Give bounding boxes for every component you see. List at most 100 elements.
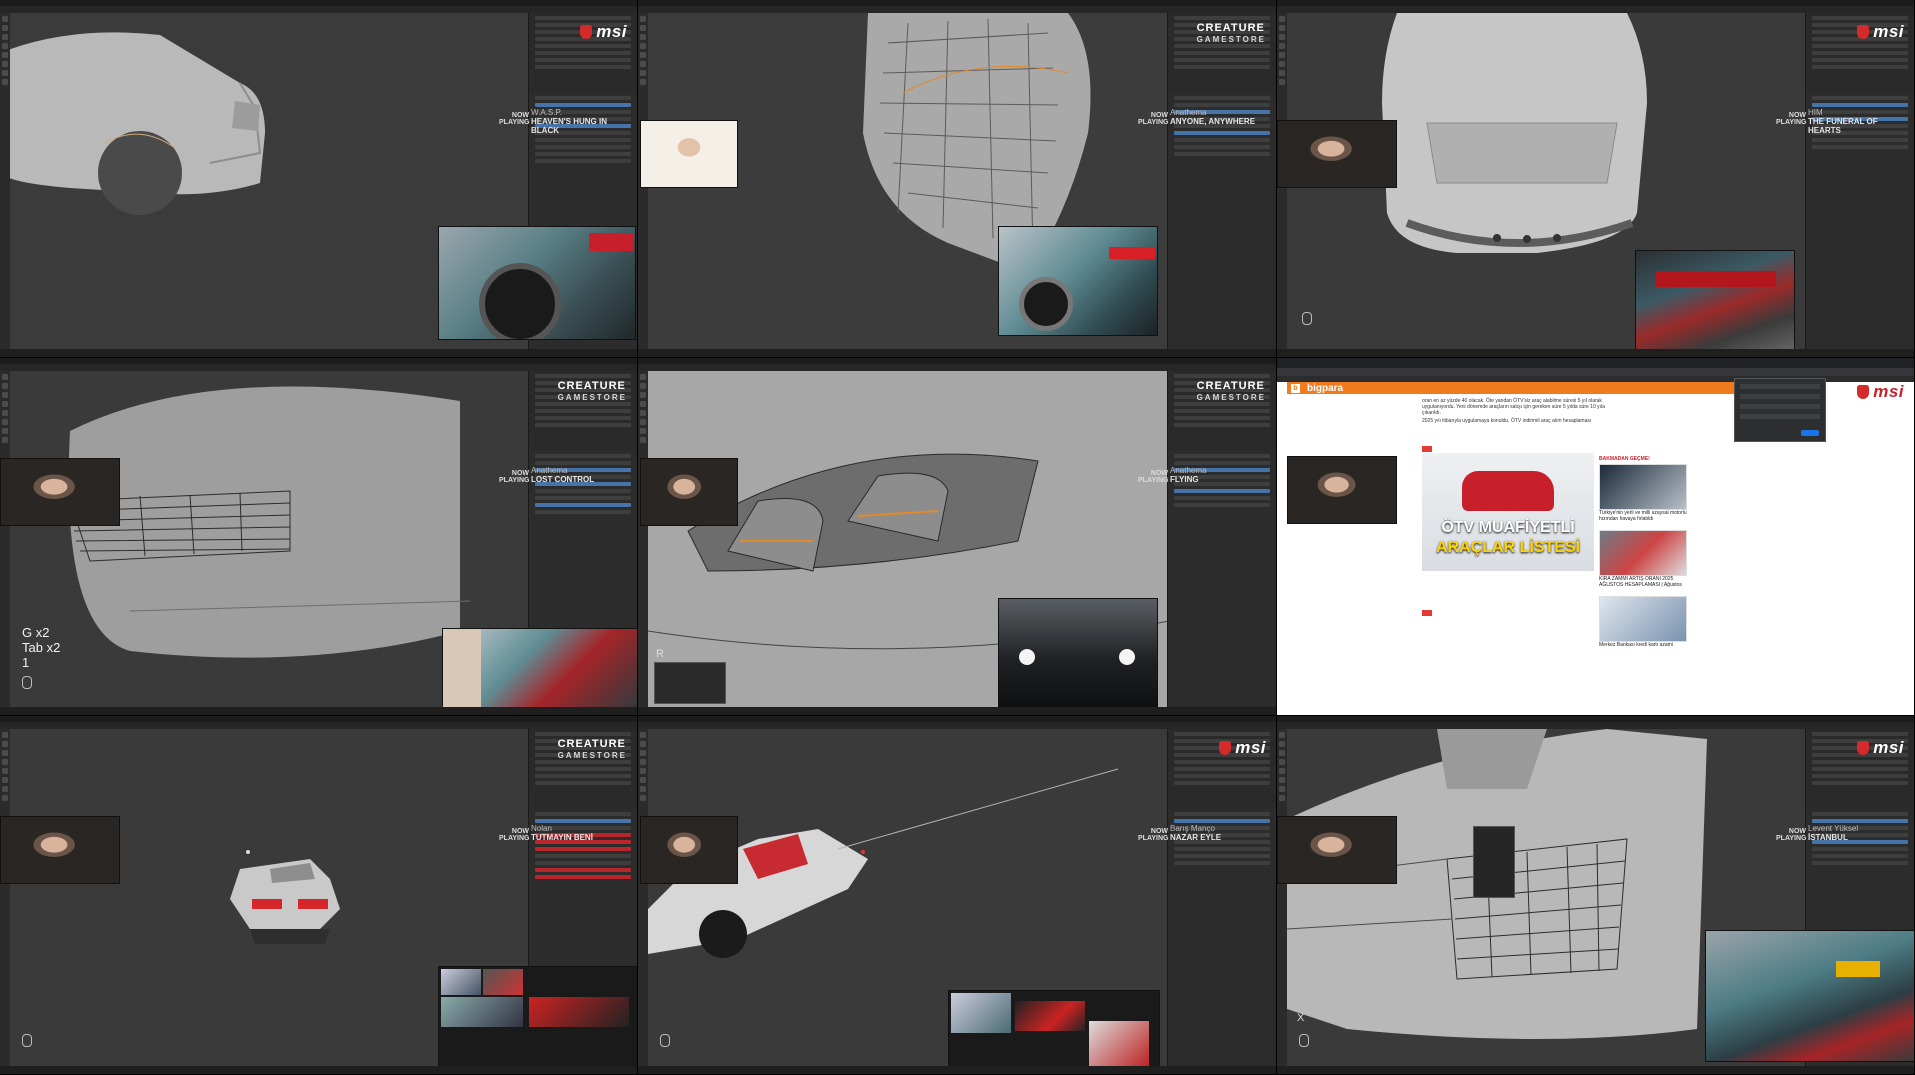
- reference-image: [442, 628, 637, 714]
- creature-logo-icon: CREATURE: [1196, 22, 1265, 34]
- sidebar-caption-1[interactable]: Türkiye'nin yerli ve milli uzaysal motor…: [1599, 510, 1687, 522]
- toolbar[interactable]: [0, 729, 10, 1066]
- song-title: THE FUNERAL OF HEARTS: [1808, 117, 1878, 135]
- song-title: TUTMAYIN BENİ: [531, 833, 593, 842]
- reference-image: [1705, 930, 1914, 1062]
- sponsor-logo: msi: [1219, 738, 1266, 758]
- context-menu[interactable]: [654, 662, 726, 704]
- reference-image: [998, 598, 1158, 710]
- status-bar: [638, 1066, 1276, 1074]
- video-grid: msi NOW PLAYING W.A.S.P. HEAVEN'S HUNG IN…: [0, 0, 1915, 1075]
- menu-bar[interactable]: [638, 6, 1276, 13]
- song-artist: Nolan: [531, 824, 552, 833]
- article-text: oran en az yüzde 40 olacak. Öte yandan Ö…: [1422, 398, 1617, 426]
- song-info: HIM THE FUNERAL OF HEARTS: [1808, 108, 1912, 135]
- menu-bar[interactable]: [638, 722, 1276, 729]
- reference-image-collage: [948, 990, 1160, 1072]
- webcam-feed: [1277, 816, 1397, 884]
- sponsor-logo: CREATURE GAMESTORE: [1196, 22, 1266, 44]
- now-playing-label: NOW PLAYING: [1138, 828, 1169, 842]
- blender-window-9: X msi NOW PLAYING Levent Yüksel İSTANBUL: [1277, 716, 1915, 1075]
- song-artist: Anathema: [531, 466, 568, 475]
- sponsor-logo: msi: [580, 22, 627, 42]
- site-logo-icon[interactable]: b: [1291, 384, 1300, 393]
- status-bar: [0, 1066, 637, 1074]
- popup-confirm-button[interactable]: [1801, 430, 1819, 436]
- now-playing-label: NOW PLAYING: [1138, 112, 1169, 126]
- song-artist: HIM: [1808, 108, 1823, 117]
- article-hero-image[interactable]: ÖTV MUAFİYETLİ ARAÇLAR LİSTESİ: [1422, 453, 1594, 571]
- blender-window-7: CREATURE GAMESTORE NOW PLAYING Nolan TUTMA…: [0, 716, 638, 1075]
- keystroke-overlay: G x2 Tab x2 1: [22, 625, 60, 670]
- webcam-feed: [640, 816, 738, 884]
- song-title: NAZAR EYLE: [1170, 833, 1222, 842]
- menu-bar[interactable]: [0, 6, 637, 13]
- now-playing-label: NOW PLAYING: [499, 112, 530, 126]
- browser-window: b bigpara oran en az yüzde 40 olacak. Öt…: [1277, 358, 1915, 716]
- keystroke-1: G x2: [22, 625, 50, 640]
- song-title: FLYING: [1170, 475, 1199, 484]
- song-info: Anathema FLYING: [1170, 466, 1274, 484]
- properties-panel[interactable]: [1167, 809, 1276, 1066]
- song-artist: Anathema: [1170, 466, 1207, 475]
- browser-tabs[interactable]: [1277, 358, 1914, 368]
- sidebar-thumb-1[interactable]: [1599, 464, 1687, 510]
- sidebar-thumb-2[interactable]: [1599, 530, 1687, 576]
- toolbar[interactable]: [1277, 729, 1287, 1066]
- song-title: İSTANBUL: [1808, 833, 1848, 842]
- status-bar: [0, 349, 637, 357]
- properties-panel[interactable]: [1167, 451, 1276, 707]
- song-info: Anathema LOST CONTROL: [531, 466, 635, 484]
- browser-popup[interactable]: [1734, 378, 1826, 442]
- blender-window-8: msi NOW PLAYING Barış Manço NAZAR EYLE: [638, 716, 1277, 1075]
- context-menu[interactable]: [1473, 826, 1515, 898]
- song-info: Barış Manço NAZAR EYLE: [1170, 824, 1274, 842]
- song-artist: W.A.S.P.: [531, 108, 562, 117]
- toolbar[interactable]: [638, 371, 648, 707]
- creature-logo-icon: CREATURE: [557, 738, 626, 750]
- toolbar[interactable]: [0, 13, 10, 349]
- toolbar[interactable]: [638, 729, 648, 1066]
- status-bar: [1277, 1066, 1914, 1074]
- site-name[interactable]: bigpara: [1307, 383, 1343, 394]
- site-header: [1287, 382, 1759, 394]
- webcam-feed: [0, 458, 120, 526]
- webcam-feed: [640, 458, 738, 526]
- msi-logo-icon: [1857, 25, 1870, 39]
- now-playing-label: NOW PLAYING: [499, 828, 530, 842]
- sidebar-caption-3[interactable]: Merkez Bankası kredi kartı azami: [1599, 642, 1687, 648]
- address-bar[interactable]: [1277, 368, 1914, 376]
- keystroke-overlay: R: [656, 648, 664, 660]
- reference-image: [1635, 250, 1795, 356]
- webcam-feed: [640, 120, 738, 188]
- webcam-feed: [1277, 120, 1397, 188]
- toolbar[interactable]: [0, 371, 10, 707]
- menu-bar[interactable]: [1277, 722, 1914, 729]
- sponsor-logo: msi: [1857, 382, 1904, 402]
- song-title: LOST CONTROL: [531, 475, 595, 484]
- status-bar: [0, 707, 637, 715]
- song-title: HEAVEN'S HUNG IN BLACK: [531, 117, 607, 135]
- status-bar: [1277, 349, 1914, 357]
- msi-logo-icon: [1219, 741, 1232, 755]
- menu-bar[interactable]: [638, 364, 1276, 371]
- menu-bar[interactable]: [0, 364, 637, 371]
- msi-logo-icon: [1857, 741, 1870, 755]
- webcam-feed: [0, 816, 120, 884]
- status-bar: [638, 707, 1276, 715]
- menu-bar[interactable]: [0, 722, 637, 729]
- hero-headline-1: ÖTV MUAFİYETLİ: [1441, 519, 1575, 536]
- song-info: Anathema ANYONE, ANYWHERE: [1170, 108, 1274, 126]
- hero-headline-2: ARAÇLAR LİSTESİ: [1436, 539, 1580, 556]
- sponsor-logo: msi: [1857, 22, 1904, 42]
- song-artist: Anathema: [1170, 108, 1207, 117]
- sidebar-caption-2[interactable]: KİRA ZAMMI ARTIŞ ORANI 2025 AĞUSTOS HESA…: [1599, 576, 1687, 588]
- sidebar-thumb-3[interactable]: [1599, 596, 1687, 642]
- properties-panel[interactable]: [1167, 93, 1276, 349]
- mouse-icon: [22, 1034, 32, 1047]
- mouse-icon: [1299, 1034, 1309, 1047]
- ad-badge: [1422, 446, 1432, 452]
- menu-bar[interactable]: [1277, 6, 1914, 13]
- blender-window-1: msi NOW PLAYING W.A.S.P. HEAVEN'S HUNG IN…: [0, 0, 638, 358]
- status-bar: [638, 349, 1276, 357]
